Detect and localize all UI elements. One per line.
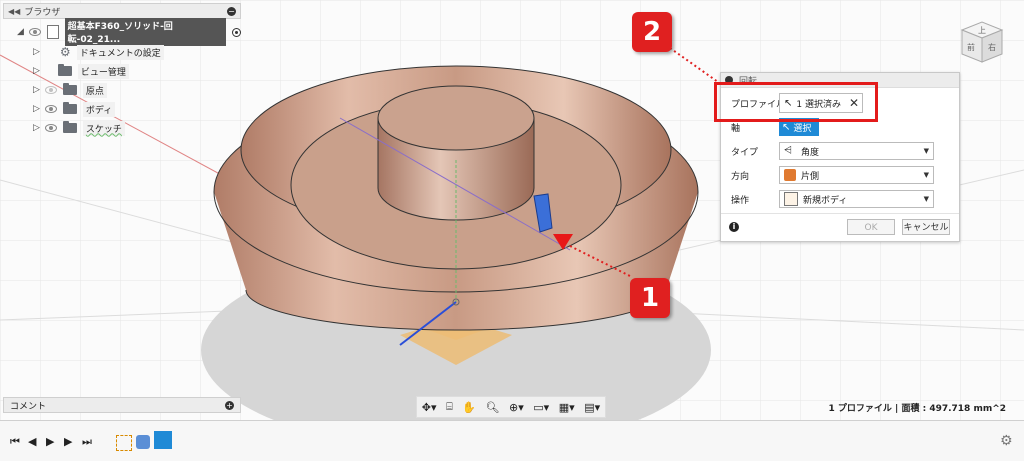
info-icon[interactable]: i (729, 222, 739, 232)
navigation-toolbar: ✥▾ ⌸ ✋ 🔍︎ ⊕▾ ▭▾ ▦▾ ▤▾ (416, 396, 606, 418)
pan-hand-icon[interactable]: ✋ (462, 401, 476, 414)
comments-bar[interactable]: コメント + (3, 397, 241, 413)
browser-title: ブラウザ (24, 7, 61, 18)
operation-value: 新規ボディ (803, 195, 848, 206)
document-name: 超基本F360_ソリッド-回転-02_21... (64, 18, 227, 46)
timeline-current-feature-icon[interactable] (154, 431, 172, 449)
new-body-icon (784, 192, 798, 206)
add-comment-icon[interactable]: + (225, 400, 234, 410)
play-icon[interactable]: ▶ (46, 435, 58, 448)
display-settings-icon[interactable]: ▭▾ (533, 401, 549, 414)
step-back-icon[interactable]: ◀ (28, 435, 40, 448)
axis-label: 軸 (731, 123, 741, 134)
visibility-eye-icon[interactable] (44, 124, 57, 132)
expand-triangle-icon[interactable]: ▷ (33, 47, 40, 57)
type-value: 角度 (801, 147, 820, 158)
chevron-down-icon: ▼ (923, 147, 929, 155)
profile-highlight-box (714, 82, 878, 122)
panel-menu-icon[interactable]: − (227, 6, 236, 16)
viewports-icon[interactable]: ▤▾ (584, 401, 600, 414)
direction-label: 方向 (731, 171, 750, 182)
type-row: タイプ ⩤ 角度 ▼ (721, 141, 959, 161)
timeline-settings-gear-icon[interactable]: ⚙ (1000, 433, 1014, 449)
type-dropdown[interactable]: ⩤ 角度 ▼ (779, 142, 934, 160)
tree-item-label: スケッチ (82, 120, 125, 136)
folder-icon (57, 64, 72, 76)
folder-icon (62, 102, 77, 114)
tree-item-label: ビュー管理 (77, 63, 129, 79)
tree-item-label: ボディ (82, 101, 116, 117)
active-radio-icon[interactable] (232, 27, 242, 37)
orbit-icon[interactable]: ✥▾ (422, 401, 437, 414)
expand-triangle-icon[interactable]: ▷ (33, 66, 40, 76)
selection-status: 1 プロファイル | 面積 : 497.718 mm^2 (828, 404, 1007, 414)
view-cube[interactable]: 上 前 右 (956, 18, 1008, 66)
tree-item-bodies[interactable]: ▷ ボディ (33, 100, 116, 118)
angle-icon: ⩤ (784, 145, 792, 156)
direction-row: 方向 片側 ▼ (721, 165, 959, 185)
tree-item-origin[interactable]: ▷ 原点 (33, 81, 107, 99)
folder-icon (62, 83, 77, 95)
viewcube-right-label: 右 (988, 42, 996, 52)
axis-value: 選択 (793, 123, 812, 134)
direction-value: 片側 (801, 171, 820, 182)
folder-icon (62, 121, 77, 133)
collapse-arrows-icon[interactable]: ◀◀ (8, 7, 20, 16)
step-forward-icon[interactable]: ▶ (64, 435, 76, 448)
tree-document-row[interactable]: ◢ 超基本F360_ソリッド-回転-02_21... (17, 18, 242, 46)
comments-label: コメント (10, 401, 47, 412)
callout-badge-1: 1 (630, 278, 670, 318)
zoom-icon[interactable]: 🔍︎ (485, 401, 499, 414)
viewcube-top-label: 上 (978, 26, 986, 35)
one-side-direction-icon (784, 169, 796, 181)
viewcube-front-label: 前 (967, 42, 975, 52)
visibility-eye-icon[interactable] (28, 28, 41, 36)
browser-header[interactable]: ◀◀ ブラウザ − (3, 3, 241, 19)
tree-item-label: 原点 (82, 82, 107, 98)
timeline-bar: ⏮ ◀ ▶ ▶ ⏭ ⚙ (0, 420, 1024, 461)
gear-icon: ⚙ (59, 45, 71, 59)
operation-row: 操作 新規ボディ ▼ (721, 189, 959, 209)
callout-badge-2: 2 (632, 12, 672, 52)
timeline-revolve-icon[interactable] (136, 435, 150, 449)
chevron-down-icon: ▼ (923, 171, 929, 179)
chevron-down-icon: ▼ (923, 195, 929, 203)
go-to-start-icon[interactable]: ⏮ (10, 435, 22, 448)
visibility-hidden-eye-icon[interactable] (44, 86, 57, 94)
tree-item-document-settings[interactable]: ▷ ⚙ ドキュメントの設定 (33, 43, 164, 61)
go-to-end-icon[interactable]: ⏭ (82, 435, 94, 448)
zoom-window-icon[interactable]: ⊕▾ (509, 401, 524, 414)
expand-triangle-icon[interactable]: ▷ (33, 85, 40, 95)
expand-triangle-icon[interactable]: ▷ (33, 123, 40, 133)
browser-panel: ◀◀ ブラウザ − ◢ 超基本F360_ソリッド-回転-02_21... ▷ ⚙… (3, 3, 242, 140)
ok-button[interactable]: OK (847, 219, 895, 235)
tree-item-view-management[interactable]: ▷ ビュー管理 (33, 62, 129, 80)
expand-triangle-icon[interactable]: ◢ (17, 27, 24, 37)
grid-settings-icon[interactable]: ▦▾ (559, 401, 575, 414)
tree-item-sketches[interactable]: ▷ スケッチ (33, 119, 125, 137)
tree-item-label: ドキュメントの設定 (76, 44, 164, 60)
visibility-eye-icon[interactable] (44, 105, 57, 113)
document-icon (46, 25, 59, 39)
direction-dropdown[interactable]: 片側 ▼ (779, 166, 934, 184)
type-label: タイプ (731, 147, 759, 158)
timeline-sketch-icon[interactable] (116, 435, 132, 451)
expand-triangle-icon[interactable]: ▷ (33, 104, 40, 114)
operation-label: 操作 (731, 195, 750, 206)
dialog-footer: i OK キャンセル (721, 213, 959, 242)
cursor-arrow-icon: ↖ (782, 121, 791, 133)
operation-dropdown[interactable]: 新規ボディ ▼ (779, 190, 934, 208)
look-at-icon[interactable]: ⌸ (446, 400, 453, 414)
cancel-button[interactable]: キャンセル (902, 219, 950, 235)
